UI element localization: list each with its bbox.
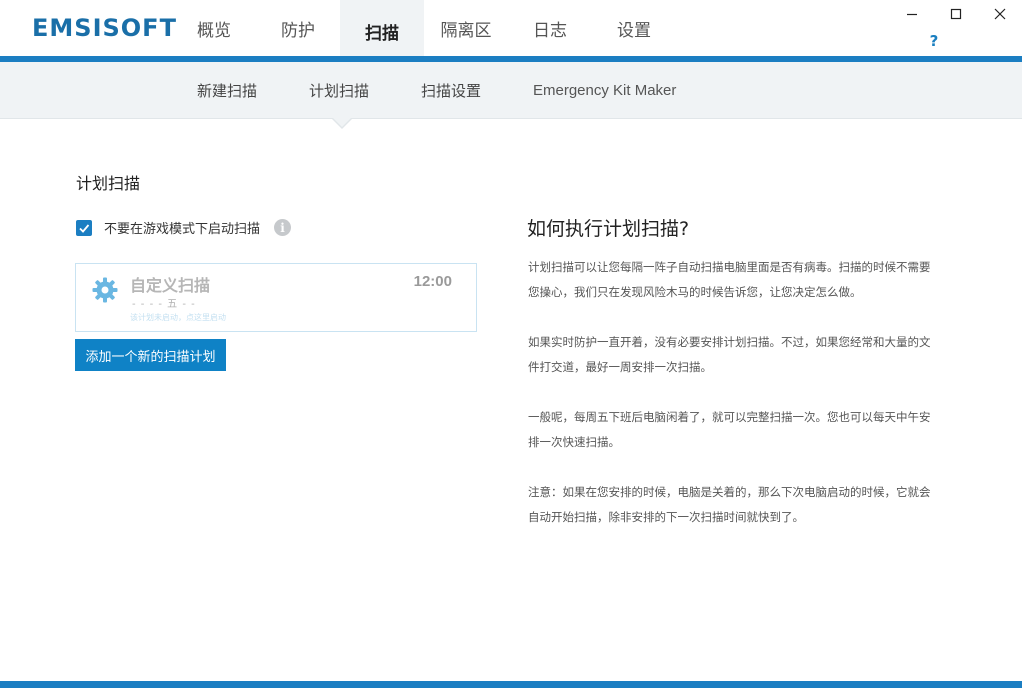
help-paragraph-4: 注意：如果在您安排的时候，电脑是关着的，那么下次电脑启动的时候，它就会自动开始扫…	[528, 485, 931, 524]
window-controls	[890, 0, 1022, 28]
checkmark-icon	[79, 223, 90, 233]
subtab-scan-settings[interactable]: 扫描设置	[421, 62, 481, 119]
info-icon[interactable]: i	[274, 219, 292, 236]
schedule-card[interactable]: 自定义扫描 12:00 - - - - 五 - - 该计划未启动，点这里启动	[75, 263, 477, 332]
maximize-icon	[950, 8, 962, 20]
schedule-time: 12:00	[413, 273, 452, 290]
schedule-title: 自定义扫描	[130, 276, 211, 295]
tab-protection[interactable]: 防护	[256, 0, 340, 56]
maximize-button[interactable]	[934, 0, 978, 28]
subtab-scheduled-scan[interactable]: 计划扫描	[309, 62, 369, 119]
tab-scan[interactable]: 扫描	[340, 0, 424, 62]
game-mode-option: 不要在游戏模式下启动扫描 i	[76, 218, 292, 237]
close-button[interactable]	[978, 0, 1022, 28]
emsisoft-logo: EMSISOFT	[32, 14, 177, 42]
help-paragraph-1: 计划扫描可以让您每隔一阵子自动扫描电脑里面是否有病毒。扫描的时候不需要您操心，我…	[528, 260, 931, 299]
game-mode-label[interactable]: 不要在游戏模式下启动扫描	[104, 218, 260, 237]
main-navigation: 概览 防护 扫描 隔离区 日志 设置	[172, 0, 676, 62]
subtab-emergency-kit-maker[interactable]: Emergency Kit Maker	[533, 62, 676, 119]
tab-overview[interactable]: 概览	[172, 0, 256, 56]
subtab-new-scan[interactable]: 新建扫描	[197, 62, 257, 119]
title-bar: EMSISOFT 概览 防护 扫描 隔离区 日志 设置 ?	[0, 0, 1022, 62]
minimize-icon	[907, 13, 917, 16]
close-icon	[994, 8, 1006, 20]
help-title: 如何执行计划扫描?	[527, 218, 690, 240]
footer-accent-line	[0, 681, 1022, 688]
add-schedule-button[interactable]: 添加一个新的扫描计划	[75, 339, 226, 371]
schedule-days: - - - - 五 - -	[132, 299, 196, 310]
help-paragraph-3: 一般呢，每周五下班后电脑闲着了，就可以完整扫描一次。您也可以每天中午安排一次快速…	[528, 410, 931, 449]
help-paragraph-2: 如果实时防护一直开着，没有必要安排计划扫描。不过，如果您经常和大量的文件打交道，…	[528, 335, 931, 374]
gear-icon	[92, 277, 118, 303]
section-title: 计划扫描	[76, 174, 141, 193]
help-button[interactable]: ?	[926, 32, 942, 52]
schedule-status-note: 该计划未启动，点这里启动	[130, 313, 226, 322]
sub-navigation: 新建扫描 计划扫描 扫描设置 Emergency Kit Maker	[0, 62, 1022, 119]
minimize-button[interactable]	[890, 0, 934, 28]
active-subtab-pointer	[333, 118, 351, 127]
tab-settings[interactable]: 设置	[592, 0, 676, 56]
tab-quarantine[interactable]: 隔离区	[424, 0, 508, 56]
tab-logs[interactable]: 日志	[508, 0, 592, 56]
game-mode-checkbox[interactable]	[76, 219, 92, 236]
